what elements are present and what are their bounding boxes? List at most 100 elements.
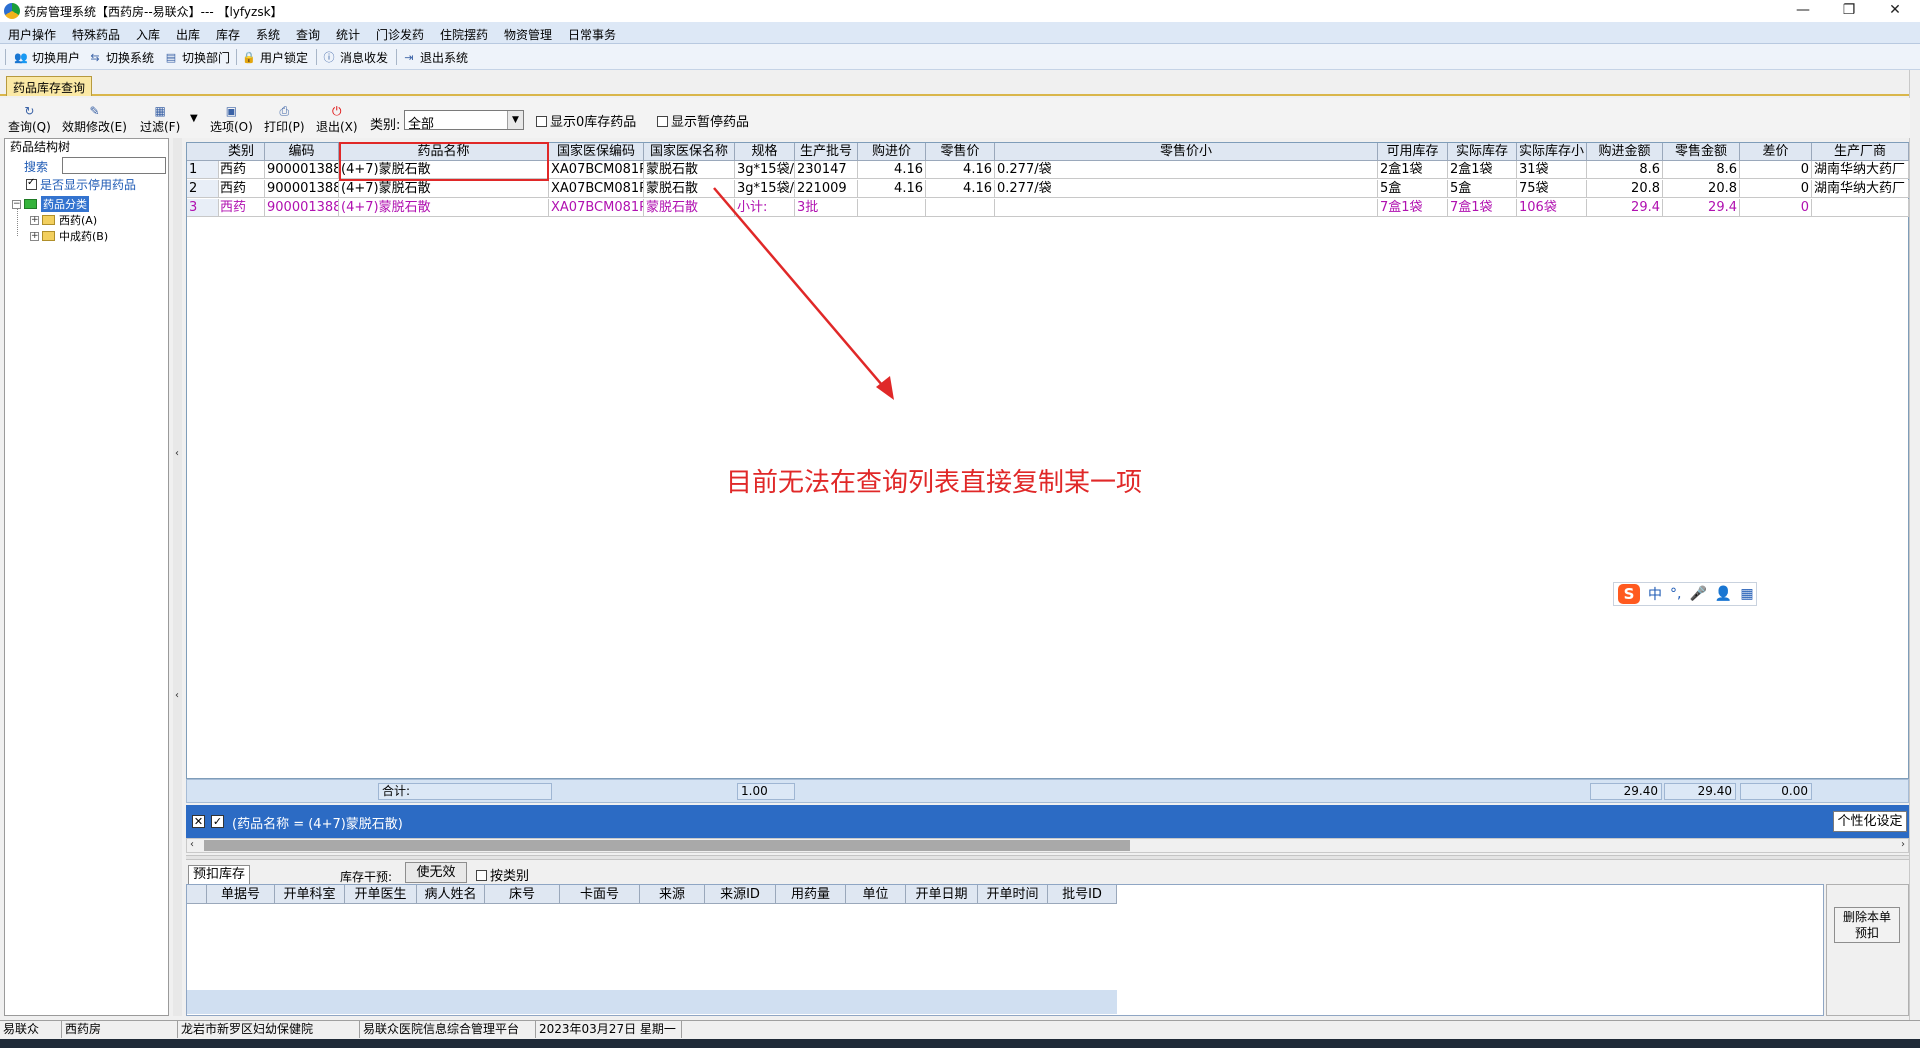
bottom-column-patient-name[interactable]: 病人姓名	[417, 885, 485, 904]
grid-icon[interactable]: ▦	[1740, 586, 1753, 602]
cell-retail-unit-price[interactable]: 0.277/袋	[995, 161, 1378, 179]
lock-user-button[interactable]: 🔒 用户锁定	[242, 49, 308, 66]
cell-batch-no[interactable]: 230147	[795, 161, 858, 179]
bottom-column-bed-no[interactable]: 床号	[485, 885, 560, 904]
chevron-left-icon[interactable]: ‹	[175, 690, 179, 701]
cell-retail-price[interactable]: 4.16	[926, 161, 995, 179]
expand-icon[interactable]: +	[30, 215, 39, 225]
cell-retail-price[interactable]: 4.16	[926, 180, 995, 198]
invalidate-button[interactable]: 使无效	[405, 862, 467, 883]
column-header-retail-unit-price[interactable]: 零售价小	[995, 143, 1378, 161]
menu-inventory[interactable]: 库存	[216, 26, 240, 43]
menu-stock-out[interactable]: 出库	[176, 26, 200, 43]
cell-retail-unit-price[interactable]	[995, 199, 1378, 217]
cell-purchase-amount[interactable]: 29.4	[1587, 199, 1663, 217]
menu-statistics[interactable]: 统计	[336, 26, 360, 43]
column-header-actual-stock[interactable]: 实际库存	[1448, 143, 1517, 161]
switch-dept-button[interactable]: ▤ 切换部门	[164, 49, 230, 66]
menu-user-ops[interactable]: 用户操作	[8, 26, 56, 43]
filter-expression[interactable]: (药品名称 = (4+7)蒙脱石散)	[232, 813, 403, 832]
category-select[interactable]: 全部 ▼	[404, 110, 524, 132]
cell-retail-amount[interactable]: 29.4	[1663, 199, 1740, 217]
column-header-batch-no[interactable]: 生产批号	[795, 143, 858, 161]
bottom-column-order-date[interactable]: 开单日期	[906, 885, 978, 904]
ime-toolbar[interactable]: S 中 °, 🎤 👤 ▦	[1613, 582, 1757, 606]
tree-node-chinese-patent[interactable]: + 中成药(B)	[30, 228, 108, 244]
bottom-column-doctor[interactable]: 开单医生	[345, 885, 417, 904]
filter-button[interactable]: ▦ 过滤(F)	[140, 104, 180, 135]
column-header-insurance-code[interactable]: 国家医保编码	[549, 143, 644, 161]
close-button[interactable]: ✕	[1872, 0, 1918, 22]
cell-retail-amount[interactable]: 20.8	[1663, 180, 1740, 198]
cell-actual-stock-small[interactable]: 75袋	[1517, 180, 1587, 198]
bottom-column-order-time[interactable]: 开单时间	[978, 885, 1048, 904]
customize-button[interactable]: 个性化设定	[1833, 811, 1907, 832]
collapse-icon[interactable]: −	[12, 199, 21, 209]
bottom-column-source[interactable]: 来源	[640, 885, 705, 904]
show-stopped-checkbox[interactable]: 是否显示停用药品	[26, 176, 136, 193]
switch-system-button[interactable]: ⇆ 切换系统	[88, 49, 154, 66]
menu-materials[interactable]: 物资管理	[504, 26, 552, 43]
scroll-thumb[interactable]	[204, 840, 1130, 851]
column-header-price-diff[interactable]: 差价	[1740, 143, 1812, 161]
cell-purchase-price[interactable]: 4.16	[858, 161, 926, 179]
cell-price-diff[interactable]: 0	[1740, 161, 1812, 179]
search-input[interactable]	[62, 157, 166, 174]
cell-drug-name[interactable]: (4+7)蒙脱石散	[339, 180, 549, 198]
column-header-spec[interactable]: 规格	[735, 143, 795, 161]
column-header-retail-amount[interactable]: 零售金额	[1663, 143, 1740, 161]
cell-manufacturer[interactable]: 湖南华纳大药厂	[1812, 180, 1909, 198]
row-number[interactable]: 3	[187, 199, 219, 217]
column-header-purchase-amount[interactable]: 购进金额	[1587, 143, 1663, 161]
cell-insurance-code[interactable]: XA07BCM081P00	[549, 180, 644, 198]
user-icon[interactable]: 👤	[1715, 586, 1732, 602]
sogou-logo-icon[interactable]: S	[1618, 584, 1640, 604]
tree-node-root[interactable]: − 药品分类	[12, 196, 89, 212]
query-button[interactable]: ↻ 查询(Q)	[8, 104, 51, 135]
cell-actual-stock[interactable]: 7盒1袋	[1448, 199, 1517, 217]
cell-insurance-code[interactable]: XA07BCM081P00	[549, 199, 644, 217]
menu-inpatient[interactable]: 住院摆药	[440, 26, 488, 43]
scroll-right-icon[interactable]: ›	[1901, 839, 1905, 850]
delete-reservation-button[interactable]: 删除本单 预扣	[1834, 907, 1900, 943]
cell-price-diff[interactable]: 0	[1740, 199, 1812, 217]
vertical-splitter[interactable]: ‹ ‹	[173, 138, 182, 1016]
messages-button[interactable]: ⓘ 消息收发	[322, 49, 389, 66]
bottom-column-dosage[interactable]: 用药量	[776, 885, 846, 904]
cell-actual-stock[interactable]: 5盒	[1448, 180, 1517, 198]
cell-code[interactable]: 900001388	[265, 199, 339, 217]
bottom-column-unit[interactable]: 单位	[846, 885, 906, 904]
column-header-purchase-price[interactable]: 购进价	[858, 143, 926, 161]
microphone-icon[interactable]: 🎤	[1689, 586, 1706, 602]
exit-system-button[interactable]: ⇥ 退出系统	[402, 49, 468, 66]
cell-drug-name[interactable]: (4+7)蒙脱石散	[339, 199, 549, 217]
column-header-available-stock[interactable]: 可用库存	[1378, 143, 1448, 161]
cell-manufacturer[interactable]: 湖南华纳大药厂	[1812, 161, 1909, 179]
column-header-code[interactable]: 编码	[265, 143, 339, 161]
checkbox-box[interactable]	[26, 177, 37, 190]
cell-insurance-name[interactable]: 蒙脱石散	[644, 161, 735, 179]
cell-manufacturer[interactable]	[1812, 199, 1909, 217]
checkbox-box[interactable]	[476, 870, 487, 881]
options-button[interactable]: ▣ 选项(O)	[210, 104, 253, 135]
cell-retail-unit-price[interactable]: 0.277/袋	[995, 180, 1378, 198]
checkbox-box[interactable]	[536, 116, 547, 127]
cell-available-stock[interactable]: 7盒1袋	[1378, 199, 1448, 217]
cell-actual-stock[interactable]: 2盒1袋	[1448, 161, 1517, 179]
bottom-column-source-id[interactable]: 来源ID	[705, 885, 776, 904]
cell-purchase-amount[interactable]: 20.8	[1587, 180, 1663, 198]
cell-purchase-amount[interactable]: 8.6	[1587, 161, 1663, 179]
cell-actual-stock-small[interactable]: 31袋	[1517, 161, 1587, 179]
menu-special-drugs[interactable]: 特殊药品	[72, 26, 120, 43]
print-button[interactable]: ⎙ 打印(P)	[264, 104, 305, 135]
column-header-actual-stock-small[interactable]: 实际库存小	[1517, 143, 1587, 161]
cell-actual-stock-small[interactable]: 106袋	[1517, 199, 1587, 217]
filter-enabled-checkbox[interactable]: ✓	[211, 815, 224, 828]
menu-outpatient[interactable]: 门诊发药	[376, 26, 424, 43]
scroll-left-icon[interactable]: ‹	[190, 839, 194, 850]
column-header-category[interactable]: 类别	[218, 143, 265, 161]
clear-filter-icon[interactable]: ✕	[192, 815, 205, 828]
checkbox-box[interactable]	[657, 116, 668, 127]
minimize-button[interactable]: —	[1780, 0, 1826, 22]
cell-category[interactable]: 西药	[218, 161, 265, 179]
